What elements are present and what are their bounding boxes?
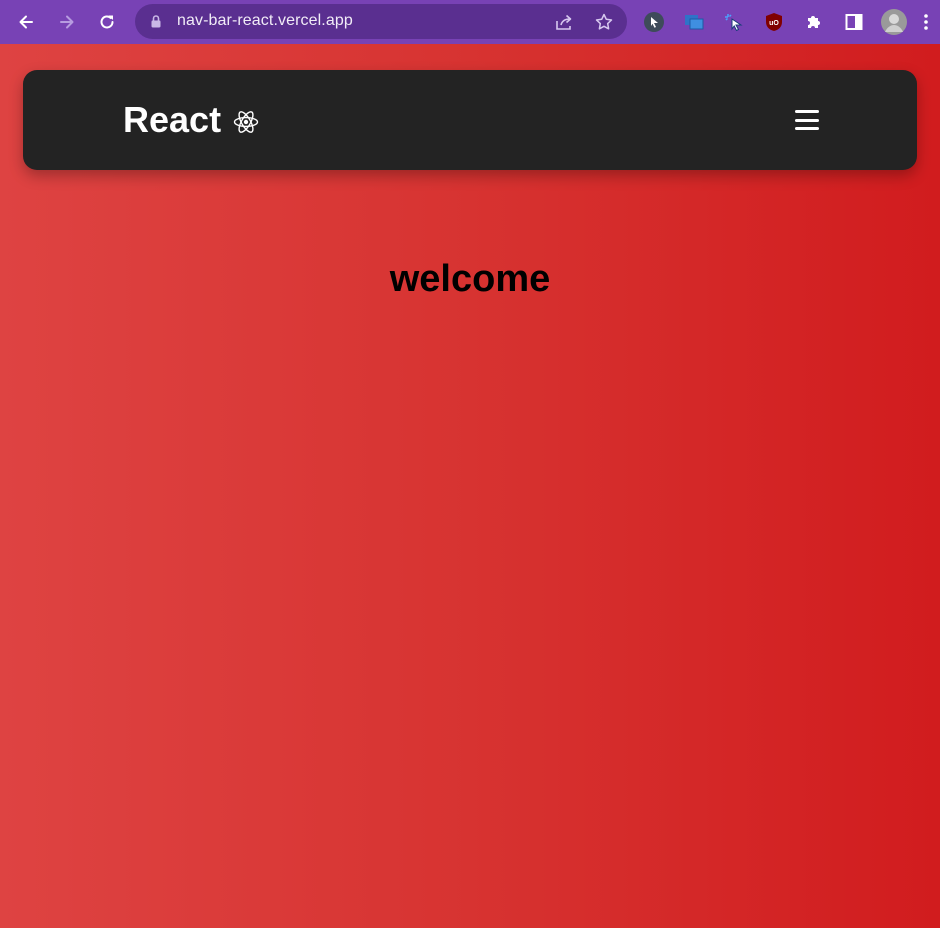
back-button[interactable] [12, 8, 40, 36]
reload-icon [100, 15, 114, 29]
share-button[interactable] [553, 11, 575, 33]
kebab-menu-icon [924, 14, 928, 30]
navbar: React [23, 70, 917, 170]
star-icon [595, 13, 613, 30]
arrow-left-icon [19, 15, 33, 29]
hamburger-bar [795, 118, 819, 122]
welcome-heading: welcome [389, 258, 551, 300]
browser-menu-button[interactable] [918, 10, 934, 34]
hamburger-menu-button[interactable] [794, 108, 820, 132]
ublock-shield-icon: uO [766, 13, 782, 31]
puzzle-icon [808, 16, 820, 28]
side-panel-icon [845, 14, 863, 30]
profile-avatar-button[interactable] [880, 8, 908, 36]
browser-toolbar: nav-bar-react.vercel.app uO [0, 0, 940, 44]
click-cursor-icon [725, 14, 743, 32]
brand-label: React [123, 99, 222, 140]
lock-icon [151, 15, 161, 28]
address-bar[interactable]: nav-bar-react.vercel.app [135, 4, 627, 39]
react-atom-icon [233, 111, 259, 133]
avatar [881, 9, 907, 35]
extension-cursor-button[interactable] [642, 10, 666, 34]
extension-click-button[interactable] [722, 10, 746, 34]
hamburger-bar [795, 127, 819, 130]
extensions-menu-button[interactable] [802, 10, 826, 34]
reload-button[interactable] [93, 8, 121, 36]
windows-extension-icon [685, 15, 704, 30]
bookmark-button[interactable] [593, 11, 615, 33]
extension-ublock-button[interactable]: uO [762, 10, 786, 34]
side-panel-button[interactable] [842, 10, 866, 34]
url-text: nav-bar-react.vercel.app [177, 12, 353, 29]
page-viewport: React welcome [0, 44, 940, 928]
share-icon [556, 14, 572, 30]
hamburger-bar [795, 110, 819, 113]
forward-button[interactable] [53, 8, 81, 36]
svg-text:uO: uO [769, 20, 779, 27]
arrow-right-icon [60, 15, 74, 29]
extension-windows-button[interactable] [682, 10, 706, 34]
brand-link[interactable]: React [123, 100, 259, 140]
cursor-extension-icon [644, 12, 664, 32]
